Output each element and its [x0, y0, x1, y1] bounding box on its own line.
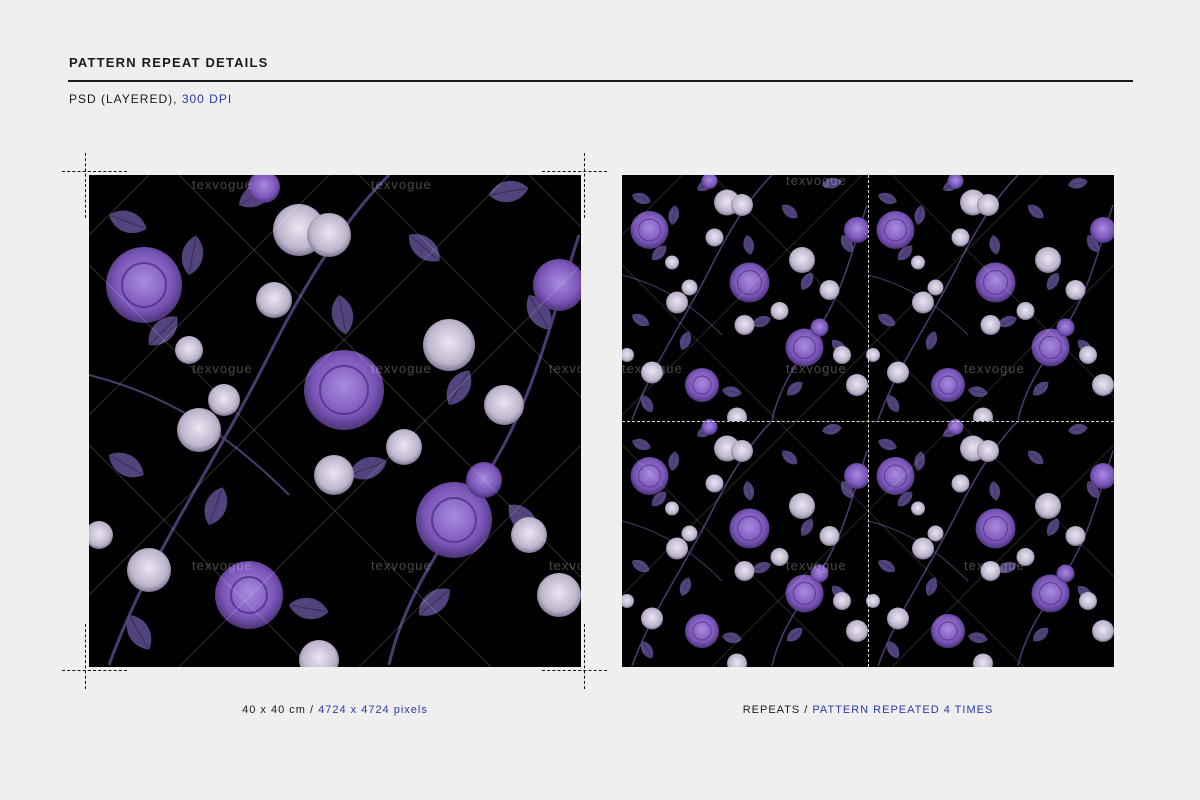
repeats-detail-label: PATTERN REPEATED 4 TIMES [812, 704, 994, 716]
crop-mark [584, 624, 585, 689]
crop-mark [62, 670, 127, 671]
pattern-tile-single: texvogue texvogue texvogue texvogue texv… [89, 175, 581, 667]
repeat-caption: REPEATS / PATTERN REPEATED 4 TIMES [622, 704, 1114, 716]
repeats-label: REPEATS / [742, 704, 813, 716]
tile-pixels-label: 4724 x 4724 pixels [318, 704, 428, 716]
page-title: PATTERN REPEAT DETAILS [69, 55, 269, 70]
crop-mark [62, 171, 127, 172]
dpi-label: 300 DPI [181, 92, 233, 106]
crop-mark [542, 670, 607, 671]
crop-mark [584, 153, 585, 218]
pattern-tile-repeated: texvogue texvogue texvogue texvogue texv… [622, 175, 1114, 667]
floral-pattern-tile [89, 175, 581, 667]
repeat-guide-vertical [868, 175, 869, 667]
crop-mark [85, 624, 86, 689]
format-line: PSD (LAYERED), 300 DPI [69, 92, 232, 106]
crop-mark [542, 171, 607, 172]
crop-mark [85, 153, 86, 218]
format-label: PSD (LAYERED), [69, 92, 182, 106]
tile-size-label: 40 x 40 cm / [242, 704, 319, 716]
header-divider [68, 80, 1133, 82]
single-tile-caption: 40 x 40 cm / 4724 x 4724 pixels [89, 704, 581, 716]
